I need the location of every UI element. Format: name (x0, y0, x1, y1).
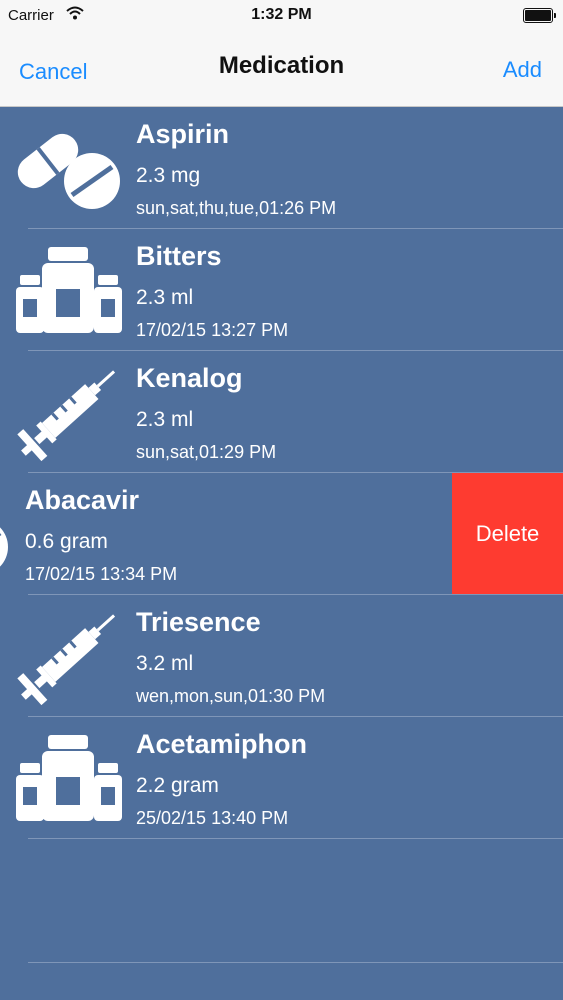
medication-name: Kenalog (136, 363, 243, 393)
delete-button[interactable]: Delete (452, 473, 563, 594)
medication-dose: 2.2 gram (136, 774, 219, 797)
pills-icon (0, 485, 12, 585)
list-bottom-divider (28, 962, 563, 963)
syringe-icon (12, 607, 124, 707)
medication-name: Aspirin (136, 119, 230, 149)
medication-dose: 2.3 ml (136, 408, 194, 431)
status-time: 1:32 PM (251, 6, 312, 23)
medication-list: Aspirin 2.3 mg sun,sat,thu,tue,01:26 PM … (0, 107, 563, 839)
syringe-icon (12, 363, 124, 463)
bottles-icon (12, 241, 124, 341)
medication-row[interactable]: Kenalog 2.3 ml sun,sat,01:29 PM (0, 351, 563, 473)
medication-schedule: sun,sat,01:29 PM (136, 442, 277, 462)
medication-row-swiped[interactable]: Abacavir 0.6 gram 17/02/15 13:34 PM Dele… (0, 473, 563, 595)
medication-schedule: wen,mon,sun,01:30 PM (136, 686, 326, 706)
medication-schedule: sun,sat,thu,tue,01:26 PM (136, 198, 337, 218)
battery-icon (523, 8, 556, 23)
medication-row[interactable]: Aspirin 2.3 mg sun,sat,thu,tue,01:26 PM (0, 107, 563, 229)
medication-dose: 0.6 gram (25, 530, 108, 553)
row-divider (28, 838, 563, 839)
medication-name: Bitters (136, 241, 222, 271)
medication-row[interactable]: Bitters 2.3 ml 17/02/15 13:27 PM (0, 229, 563, 351)
medication-name: Acetamiphon (136, 729, 308, 759)
medication-schedule: 25/02/15 13:40 PM (136, 808, 289, 828)
medication-dose: 3.2 ml (136, 652, 194, 675)
add-button[interactable]: Add (503, 57, 542, 83)
medication-name: Triesence (136, 607, 261, 637)
navigation-bar: Cancel Medication Add (0, 32, 563, 107)
status-bar: Carrier 1:32 PM (0, 0, 563, 32)
page-title: Medication (218, 52, 345, 79)
medication-row[interactable]: Acetamiphon 2.2 gram 25/02/15 13:40 PM (0, 717, 563, 839)
medication-name: Abacavir (25, 485, 140, 515)
medication-dose: 2.3 ml (136, 286, 194, 309)
bottles-icon (12, 729, 124, 829)
medication-schedule: 17/02/15 13:34 PM (25, 564, 178, 584)
medication-dose: 2.3 mg (136, 164, 201, 187)
pills-icon (12, 119, 124, 219)
medication-row[interactable]: Triesence 3.2 ml wen,mon,sun,01:30 PM (0, 595, 563, 717)
medication-schedule: 17/02/15 13:27 PM (136, 320, 289, 340)
